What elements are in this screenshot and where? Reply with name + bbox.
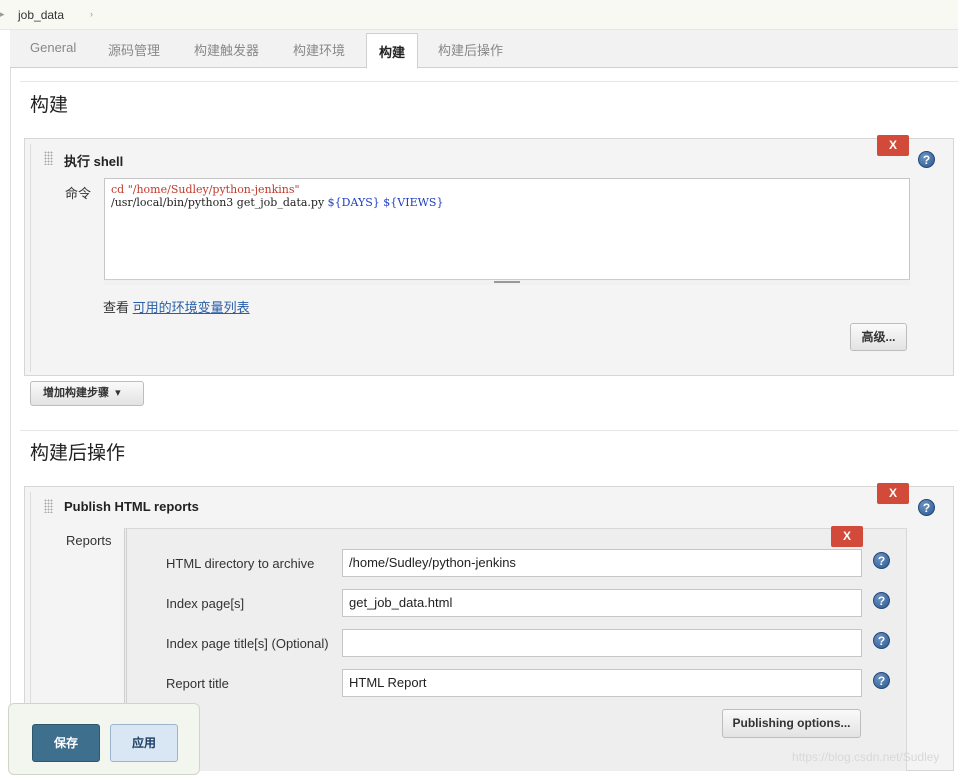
report-title-input[interactable]: HTML Report [342, 669, 862, 697]
watermark: https://blog.csdn.net/Sudley [792, 750, 939, 764]
save-button[interactable]: 保存 [32, 724, 100, 762]
help-icon[interactable]: ? [873, 632, 890, 649]
form-left-border [10, 68, 20, 771]
command-line-2: /usr/local/bin/python3 get_job_data.py $… [111, 196, 903, 209]
build-section-title: 构建 [30, 90, 68, 117]
step-inner-border [30, 144, 31, 372]
env-vars-link[interactable]: 可用的环境变量列表 [133, 300, 250, 315]
env-vars-line: 查看 可用的环境变量列表 [103, 297, 250, 316]
breadcrumb [0, 0, 958, 30]
field-label-index-page-titles: Index page title[s] (Optional) [166, 636, 329, 651]
reports-label: Reports [66, 533, 112, 548]
command-var-days: ${DAYS} [328, 196, 380, 209]
command-line-2-text: /usr/local/bin/python3 get_job_data.py [111, 196, 328, 209]
help-icon[interactable]: ? [873, 592, 890, 609]
command-line-1: cd "/home/Sudley/python-jenkins" [111, 183, 903, 196]
breadcrumb-arrow-icon: ▸ [0, 9, 5, 20]
index-page-titles-input[interactable] [342, 629, 862, 657]
drag-handle-icon[interactable] [44, 499, 53, 513]
publish-html-title: Publish HTML reports [64, 499, 199, 514]
breadcrumb-chevron-icon[interactable]: › [90, 9, 93, 19]
resize-grip-icon[interactable] [494, 281, 520, 283]
delete-step-button[interactable]: X [877, 135, 909, 156]
tab-post-build[interactable]: 构建后操作 [438, 40, 503, 59]
post-build-section-title: 构建后操作 [30, 438, 125, 465]
advanced-button[interactable]: 高级... [850, 323, 907, 351]
command-textarea[interactable]: cd "/home/Sudley/python-jenkins" /usr/lo… [104, 178, 910, 284]
add-build-step-label: 增加构建步骤 [43, 387, 109, 399]
tab-build-environment[interactable]: 构建环境 [293, 40, 345, 59]
help-icon[interactable]: ? [918, 151, 935, 168]
tab-general[interactable]: General [30, 40, 76, 55]
html-directory-input[interactable]: /home/Sudley/python-jenkins [342, 549, 862, 577]
execute-shell-title: 执行 shell [64, 151, 123, 170]
index-pages-input[interactable]: get_job_data.html [342, 589, 862, 617]
delete-report-button[interactable]: X [831, 526, 863, 547]
dropdown-arrow-icon: ▾ [115, 387, 121, 399]
apply-button[interactable]: 应用 [110, 724, 178, 762]
tab-build[interactable]: 构建 [366, 33, 418, 69]
field-label-index-pages: Index page[s] [166, 596, 244, 611]
env-vars-prefix: 查看 [103, 300, 133, 315]
section-divider [20, 81, 958, 82]
add-build-step-button[interactable]: 增加构建步骤 ▾ [30, 381, 144, 406]
help-icon[interactable]: ? [918, 499, 935, 516]
section-divider [20, 430, 958, 431]
publishing-options-button[interactable]: Publishing options... [722, 709, 861, 738]
help-icon[interactable]: ? [873, 552, 890, 569]
delete-publisher-button[interactable]: X [877, 483, 909, 504]
command-var-views: ${VIEWS} [383, 196, 443, 209]
breadcrumb-job-link[interactable]: job_data [18, 8, 64, 22]
tab-build-triggers[interactable]: 构建触发器 [194, 40, 259, 59]
config-tab-bar: General 源码管理 构建触发器 构建环境 构建 构建后操作 [10, 30, 958, 68]
drag-handle-icon[interactable] [44, 151, 53, 165]
command-label: 命令 [65, 183, 91, 202]
field-label-report-title: Report title [166, 676, 229, 691]
help-icon[interactable]: ? [873, 672, 890, 689]
tab-source-control[interactable]: 源码管理 [108, 40, 160, 59]
field-label-html-directory: HTML directory to archive [166, 556, 314, 571]
